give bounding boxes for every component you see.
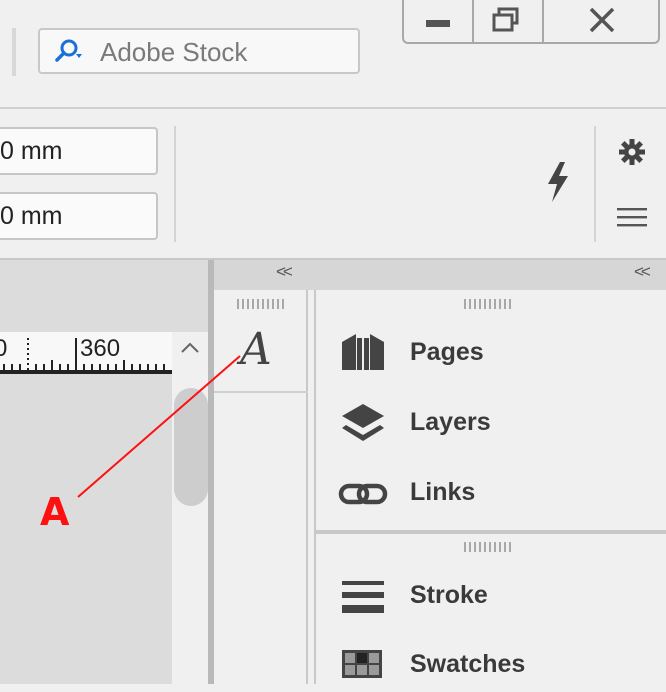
pages-icon [342,330,384,376]
position-field-bottom[interactable]: 0 mm [0,192,158,240]
icon-panel-separator [214,391,308,393]
panel-item-stroke[interactable]: Stroke [338,567,658,623]
ruler-label-360: 360 [80,335,121,362]
character-panel-icon[interactable]: A [240,325,272,375]
panel-item-label: Links [410,478,476,506]
window-controls [402,0,660,44]
stroke-icon [342,581,384,613]
links-icon [338,483,388,505]
collapse-left-button[interactable]: << [276,262,293,282]
restore-button[interactable] [472,0,544,42]
minimize-icon [426,20,450,27]
panel-item-links[interactable]: Links [338,464,658,520]
panel-item-pages[interactable]: Pages [338,324,658,380]
control-divider-right [594,126,596,242]
panel-item-label: Layers [410,408,491,436]
gear-icon[interactable] [618,138,646,166]
panel-menu-icon[interactable] [616,206,648,230]
field-bottom-value: 0 mm [0,202,63,230]
position-field-top[interactable]: 0 mm [0,127,158,175]
field-top-value: 0 mm [0,137,63,165]
vertical-scrollbar[interactable] [172,332,208,684]
collapse-right-button[interactable]: << [634,262,651,282]
panel-item-label: Swatches [410,650,526,678]
panel-grip[interactable] [237,299,285,309]
annotation-label: A [40,490,70,534]
panel-group-separator [314,530,666,534]
control-divider [174,126,176,242]
close-icon [589,7,615,33]
adobe-stock-search[interactable]: Adobe Stock [38,28,360,74]
panel-item-layers[interactable]: Layers [338,394,658,450]
ruler-baseline [0,370,176,374]
panel-item-label: Stroke [410,581,488,609]
minimize-button[interactable] [404,0,472,42]
swatches-icon [342,650,382,678]
quick-actions-lightning-icon[interactable] [540,160,574,204]
panel-grip-group1[interactable] [464,299,512,309]
close-button[interactable] [542,0,662,42]
toolbar-separator [12,28,16,76]
panel-grip-group2[interactable] [464,542,512,552]
panel-item-label: Pages [410,338,484,366]
ruler-label-0: 0 [0,335,8,362]
search-icon[interactable] [54,38,82,66]
search-placeholder: Adobe Stock [100,37,248,67]
restore-icon [492,7,519,32]
titlebar-divider [0,107,666,109]
layers-icon [342,404,384,441]
scrollbar-thumb[interactable] [174,388,208,506]
scroll-up-icon[interactable] [180,340,200,354]
